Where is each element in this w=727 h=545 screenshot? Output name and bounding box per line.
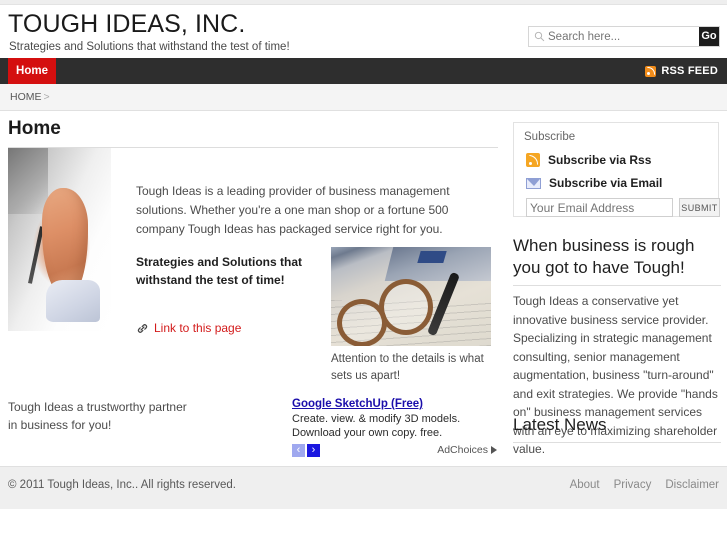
subscribe-via-rss[interactable]: Subscribe via Rss (526, 153, 651, 167)
adchoices-triangle-icon (491, 446, 497, 454)
ad-description: Create. view. & modify 3D models. Downlo… (292, 413, 461, 439)
subscribe-box: Subscribe Subscribe via Rss Subscribe vi… (513, 122, 720, 217)
search-input[interactable] (548, 28, 693, 45)
advertisement-block: Google SketchUp (Free) Create. view. & m… (292, 398, 497, 457)
ad-prev-button[interactable]: ‹ (292, 444, 305, 457)
footer-link-about[interactable]: About (570, 479, 600, 491)
promo-heading: When business is rough you got to have T… (513, 236, 695, 277)
page-root: TOUGH IDEAS, INC. Strategies and Solutio… (0, 0, 727, 545)
detail-image-keyboard-accent (417, 251, 447, 263)
footer-link-privacy[interactable]: Privacy (614, 479, 652, 491)
link-to-this-page-label: Link to this page (154, 321, 242, 335)
ad-title-link[interactable]: Google SketchUp (Free) (292, 398, 497, 410)
detail-image-lens-left (337, 299, 387, 346)
ad-next-button[interactable]: › (307, 444, 320, 457)
detail-image-lens-right (379, 279, 433, 335)
search-go-button[interactable]: Go (699, 27, 719, 46)
latest-news-heading: Latest News (513, 415, 607, 434)
adchoices-label: AdChoices (437, 444, 488, 456)
subscribe-submit-button[interactable]: SUBMIT (679, 198, 720, 217)
envelope-icon (526, 177, 541, 189)
subscribe-via-rss-label: Subscribe via Rss (548, 153, 652, 167)
site-tagline: Strategies and Solutions that withstand … (9, 41, 290, 53)
rss-feed-label: RSS FEED (661, 65, 718, 77)
promo-divider (513, 285, 721, 286)
page-title: Home (8, 118, 61, 139)
breadcrumb-separator: > (43, 91, 50, 103)
intro-paragraph: Tough Ideas is a leading provider of bus… (136, 184, 450, 236)
subscribe-via-email-label: Subscribe via Email (549, 176, 663, 190)
breadcrumb: HOME > (10, 91, 50, 103)
strategies-tagline: Strategies and Solutions that withstand … (136, 255, 303, 287)
link-icon (137, 323, 148, 333)
main-navbar: Home RSS FEED (0, 58, 727, 84)
hero-image-cuff (46, 280, 100, 322)
detail-image-caption: Attention to the details is what sets us… (331, 353, 484, 382)
subscribe-heading: Subscribe (524, 131, 576, 143)
nav-item-home[interactable]: Home (8, 58, 56, 84)
detail-image (331, 247, 491, 346)
breadcrumb-item-home[interactable]: HOME (10, 91, 42, 103)
footer-link-disclaimer[interactable]: Disclaimer (665, 479, 719, 491)
link-to-this-page[interactable]: Link to this page (136, 321, 241, 335)
latest-news-divider (513, 442, 721, 443)
breadcrumb-bar: HOME > (0, 84, 727, 111)
search-box[interactable]: Go (528, 26, 720, 47)
copyright-text: © 2011 Tough Ideas, Inc.. All rights res… (8, 479, 236, 491)
site-header: TOUGH IDEAS, INC. Strategies and Solutio… (0, 5, 727, 57)
ad-nav: ‹ › (292, 444, 320, 457)
hero-image-shadow (8, 148, 48, 214)
rss-feed-link[interactable]: RSS FEED (645, 58, 718, 84)
rss-icon (645, 65, 657, 77)
site-title: TOUGH IDEAS, INC. (8, 10, 246, 38)
trustworthy-text: Tough Ideas a trustworthy partner in bus… (8, 400, 187, 432)
subscribe-via-email[interactable]: Subscribe via Email (526, 176, 662, 190)
site-footer: © 2011 Tough Ideas, Inc.. All rights res… (0, 466, 727, 509)
search-icon (534, 31, 545, 42)
footer-links: About Privacy Disclaimer (570, 479, 719, 491)
email-input[interactable] (526, 198, 673, 217)
hero-image (8, 148, 111, 331)
adchoices-link[interactable]: AdChoices (437, 444, 497, 456)
rss-icon (526, 153, 540, 167)
